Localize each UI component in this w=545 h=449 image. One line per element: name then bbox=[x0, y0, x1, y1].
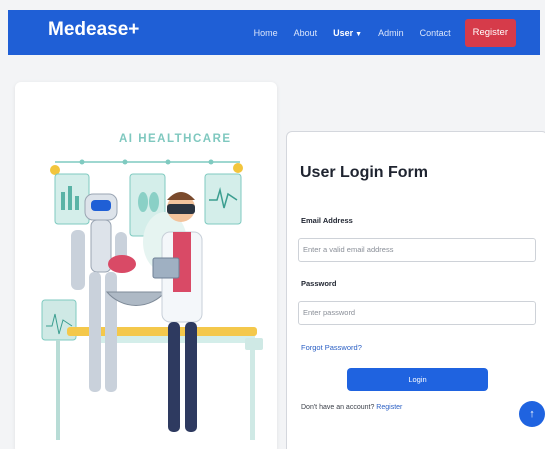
email-label: Email Address bbox=[301, 216, 353, 225]
password-input[interactable]: Enter password bbox=[298, 301, 536, 325]
register-button[interactable]: Register bbox=[464, 19, 516, 47]
scroll-top-button[interactable]: ↑ bbox=[519, 401, 545, 427]
nav-admin[interactable]: Admin bbox=[370, 19, 412, 47]
nav-user-label: User bbox=[333, 28, 354, 38]
illustration-heading: AI HEALTHCARE bbox=[119, 133, 232, 145]
nav-links: Home About User ▼ Admin Contact Register bbox=[246, 19, 516, 47]
nav-about[interactable]: About bbox=[286, 19, 326, 47]
forgot-password-link[interactable]: Forgot Password? bbox=[301, 343, 362, 352]
register-link[interactable]: Register bbox=[376, 404, 402, 411]
arrow-up-icon: ↑ bbox=[529, 408, 535, 420]
nav-contact[interactable]: Contact bbox=[412, 19, 459, 47]
nav-user-dropdown[interactable]: User ▼ bbox=[325, 19, 370, 47]
form-title: User Login Form bbox=[300, 164, 429, 181]
nav-home[interactable]: Home bbox=[246, 19, 286, 47]
signup-prompt: Don't have an account? Register bbox=[301, 404, 402, 411]
brand-logo[interactable]: Medease+ bbox=[48, 19, 139, 41]
login-button[interactable]: Login bbox=[347, 368, 488, 391]
navbar: Medease+ Home About User ▼ Admin Contact … bbox=[8, 10, 540, 55]
illustration-card: AI HEALTHCARE bbox=[15, 82, 277, 449]
email-input[interactable]: Enter a valid email address bbox=[298, 238, 536, 262]
caret-down-icon: ▼ bbox=[355, 31, 363, 38]
password-label: Password bbox=[301, 279, 337, 288]
login-form-card: User Login Form Email Address Enter a va… bbox=[286, 131, 545, 449]
no-account-text: Don't have an account? bbox=[301, 404, 375, 411]
